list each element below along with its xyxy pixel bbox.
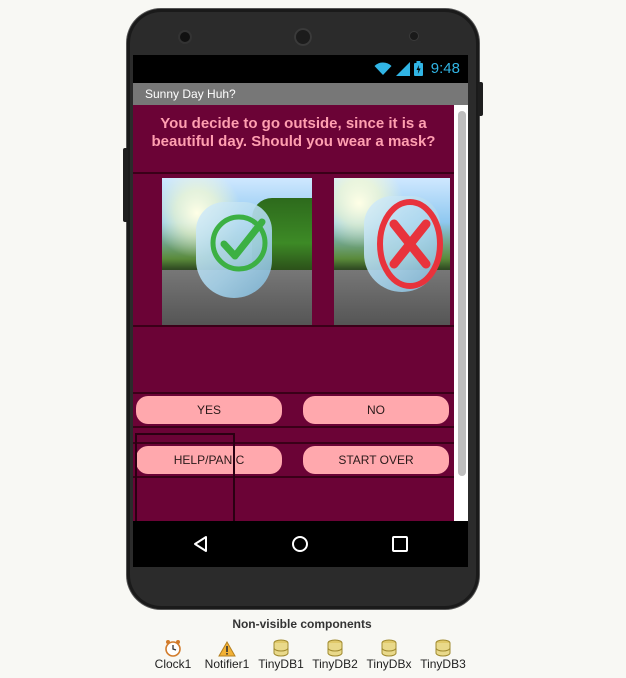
database-icon	[381, 639, 397, 657]
component-label: TinyDB3	[420, 657, 466, 671]
component-tinydbx[interactable]: TinyDBx	[362, 637, 416, 671]
navigation-bar	[133, 521, 468, 567]
earpiece-speaker	[294, 28, 312, 46]
vertical-scrollbar[interactable]	[458, 111, 466, 476]
question-label: You decide to go outside, since it is a …	[151, 115, 436, 150]
component-notifier1[interactable]: Notifier1	[200, 637, 254, 671]
yes-button[interactable]: YES	[136, 396, 282, 424]
component-tinydb2[interactable]: TinyDB2	[308, 637, 362, 671]
checkmark-icon	[210, 214, 268, 272]
empty-arrangement	[135, 433, 235, 521]
signal-icon	[395, 61, 410, 76]
component-clock1[interactable]: Clock1	[146, 637, 200, 671]
home-icon[interactable]	[289, 533, 311, 555]
status-bar: 9:48	[133, 55, 468, 83]
database-icon	[435, 639, 451, 657]
component-label: TinyDBx	[366, 657, 412, 671]
phone-power-button	[478, 82, 483, 116]
battery-icon	[413, 61, 423, 76]
phone-side-button	[123, 148, 128, 222]
front-camera	[180, 32, 190, 42]
component-tinydb1[interactable]: TinyDB1	[254, 637, 308, 671]
app-title: Sunny Day Huh?	[133, 83, 468, 105]
cross-icon	[377, 199, 443, 289]
component-label: Notifier1	[204, 657, 250, 671]
app-arrangement: You decide to go outside, since it is a …	[133, 105, 454, 521]
no-button[interactable]: NO	[303, 396, 449, 424]
status-time: 9:48	[430, 60, 460, 77]
database-icon	[273, 639, 289, 657]
component-label: TinyDB2	[312, 657, 358, 671]
mask-no-image[interactable]	[334, 178, 450, 325]
image-row	[133, 172, 454, 327]
answer-button-row: YES NO	[133, 392, 454, 428]
phone-screen: 9:48 Sunny Day Huh? You decide to go out…	[133, 55, 468, 567]
recents-icon[interactable]	[389, 533, 411, 555]
screen-content: You decide to go outside, since it is a …	[133, 105, 468, 521]
non-visible-components-list: Clock1 Notifier1 TinyDB1 TinyDB2 TinyDBx…	[146, 637, 470, 671]
database-icon	[327, 639, 343, 657]
component-label: TinyDB1	[258, 657, 304, 671]
proximity-sensor	[410, 32, 418, 40]
back-icon[interactable]	[190, 533, 212, 555]
warning-icon	[218, 641, 236, 657]
non-visible-components-title: Non-visible components	[232, 617, 372, 631]
wifi-icon	[374, 61, 392, 75]
component-tinydb3[interactable]: TinyDB3	[416, 637, 470, 671]
clock-icon	[165, 640, 181, 657]
component-label: Clock1	[154, 657, 192, 671]
mask-yes-image[interactable]	[162, 178, 312, 325]
start-over-button[interactable]: START OVER	[303, 446, 449, 474]
